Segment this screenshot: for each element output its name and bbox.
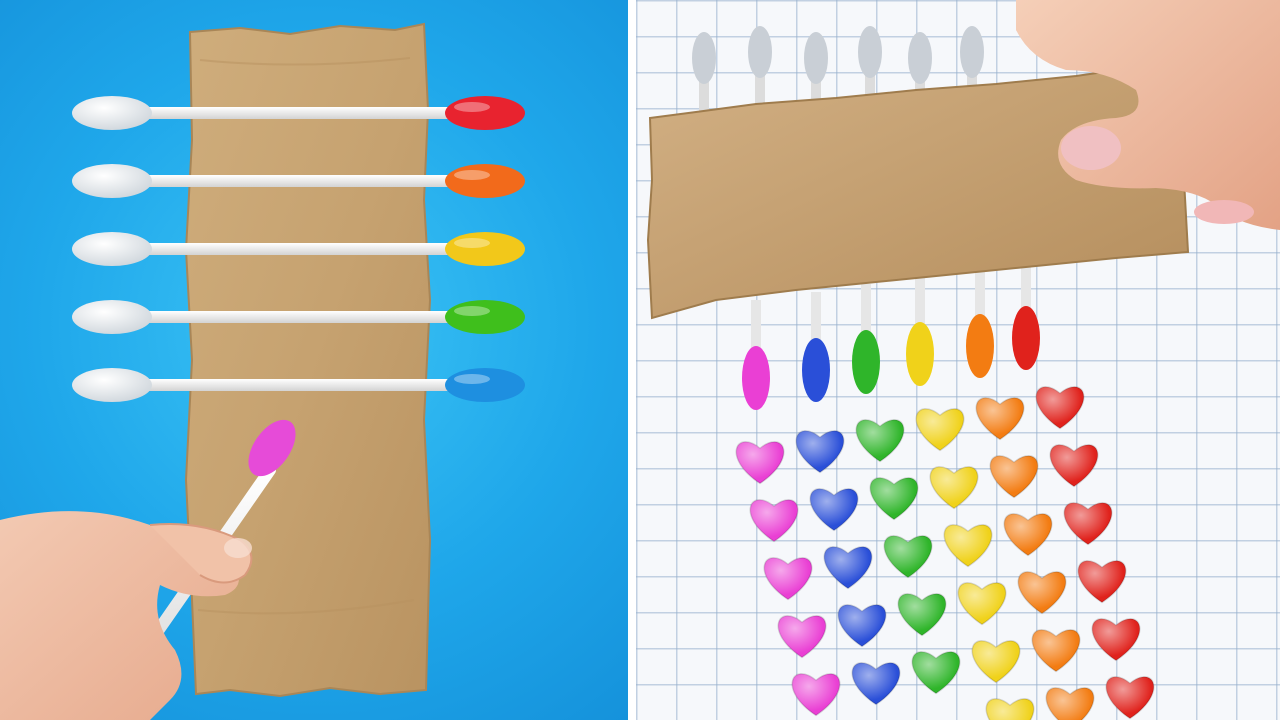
cotton-tip [960,26,984,78]
heart-prints-group [735,386,1155,720]
cotton-tip [804,32,828,84]
colored-swab-tip [445,368,525,402]
fingernail [1194,200,1254,224]
colored-swab-tip [966,314,994,378]
swab-tip-highlight [454,102,490,112]
heart-shine [986,699,1034,720]
colored-swab-tip [445,96,525,130]
heart-print [1017,571,1067,615]
cotton-tip [908,32,932,84]
cotton-tip [858,26,882,78]
heart-print [971,640,1021,684]
heart-print [837,604,887,648]
swab-tip-highlight [454,374,490,384]
cotton-tip [692,32,716,84]
left-scene-illustration [0,22,525,720]
heart-print [1031,629,1081,673]
heart-print [851,662,901,706]
swab-stick [140,243,460,255]
heart-print [777,615,827,659]
colored-swab-tip [1012,306,1040,370]
swab-stick [140,175,460,187]
heart-print [1049,444,1099,488]
swab-stick [140,107,460,119]
heart-print [1045,687,1095,720]
heart-print [749,499,799,543]
heart-print [989,455,1039,499]
cotton-tip [72,164,152,198]
heart-print [1035,386,1085,430]
cotton-tip [72,300,152,334]
cotton-tip [72,232,152,266]
colored-swab-tip [742,346,770,410]
heart-print [855,419,905,463]
heart-print [975,397,1025,441]
right-scene-panel [636,0,1280,720]
heart-print [985,698,1035,720]
heart-print [1105,676,1155,720]
colored-swab-tip [802,338,830,402]
panel-divider [628,0,636,720]
heart-print [911,651,961,695]
heart-print [1077,560,1127,604]
cotton-tip [748,26,772,78]
heart-print [795,430,845,474]
swab-stick [140,379,460,391]
colored-swab-tip [445,232,525,266]
left-scene-panel [0,0,628,720]
heart-print [915,408,965,452]
heart-print [809,488,859,532]
heart-print [735,441,785,485]
heart-print [791,673,841,717]
heart-print [1063,502,1113,546]
cotton-tip [72,368,152,402]
heart-print [823,546,873,590]
heart-print [1091,618,1141,662]
heart-print [897,593,947,637]
heart-print [957,582,1007,626]
heart-print [943,524,993,568]
swab-tip-highlight [454,238,490,248]
right-scene-illustration [646,0,1280,720]
colored-swab-tip [852,330,880,394]
swab-tip-highlight [454,170,490,180]
swab-stick [140,311,460,323]
colored-swab-tip [906,322,934,386]
heart-print [929,466,979,510]
heart-print [1003,513,1053,557]
swab-tip-highlight [454,306,490,316]
fingernail [224,538,252,558]
colored-swab-tip [445,300,525,334]
cotton-tip [72,96,152,130]
colored-swab-tip [445,164,525,198]
thumbnail [1061,126,1121,170]
heart-print [763,557,813,601]
heart-print [869,477,919,521]
heart-print [883,535,933,579]
